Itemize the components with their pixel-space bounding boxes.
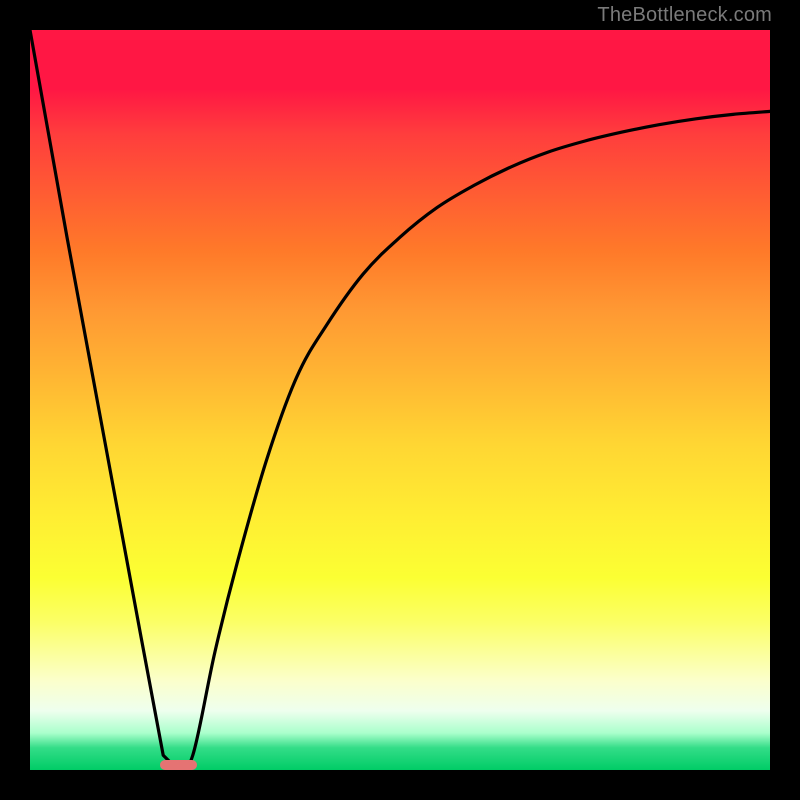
plot-area [30, 30, 770, 770]
watermark-label: TheBottleneck.com [597, 4, 772, 27]
bottleneck-marker [160, 760, 197, 770]
bottleneck-curve [30, 30, 770, 770]
chart-container: TheBottleneck.com [0, 0, 800, 800]
curve-svg [30, 30, 770, 770]
